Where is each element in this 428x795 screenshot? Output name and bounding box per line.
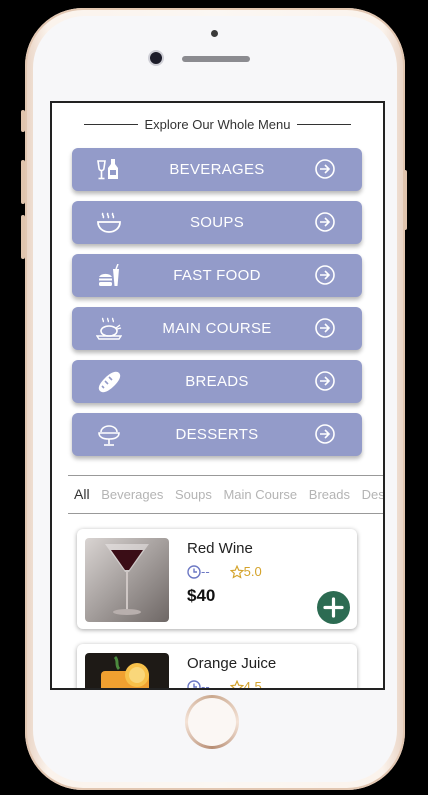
arrow-right-circle-icon	[315, 318, 335, 338]
arrow-right-circle-icon	[315, 265, 335, 285]
app-screen: Explore Our Whole Menu BEVERAGES SOUPS F…	[50, 101, 385, 690]
power-button	[403, 170, 407, 230]
front-camera	[150, 52, 162, 64]
star-icon	[229, 564, 244, 579]
section-header: Explore Our Whole Menu	[52, 115, 383, 133]
orange-juice-image	[85, 653, 169, 688]
header-rule-right	[297, 123, 352, 125]
tab-soups[interactable]: Soups	[175, 487, 212, 502]
menu-item-card[interactable]: Red Wine -- 5.0 $40	[77, 529, 357, 629]
mute-switch	[21, 110, 25, 132]
item-meta: -- 5.0	[187, 564, 262, 579]
item-image-orange-juice	[85, 653, 169, 688]
filter-tabs: All Beverages Soups Main Course Breads D…	[74, 486, 383, 502]
prep-time: --	[187, 564, 210, 579]
item-meta: -- 4.5	[187, 679, 262, 690]
prep-time-value: --	[201, 564, 210, 579]
prep-time-value: --	[201, 679, 210, 690]
rating: 4.5	[229, 679, 262, 690]
add-to-cart-button[interactable]	[317, 591, 350, 624]
tabs-top-divider	[68, 475, 383, 476]
tab-breads[interactable]: Breads	[309, 487, 350, 502]
tabs-bottom-divider	[68, 513, 383, 514]
header-rule-left	[83, 123, 138, 125]
wine-glass-image	[85, 538, 169, 622]
item-price: $40	[187, 586, 216, 605]
arrow-right-circle-icon	[315, 371, 335, 391]
section-title: Explore Our Whole Menu	[144, 116, 291, 132]
arrow-right-circle-icon	[315, 159, 335, 179]
tab-main-course[interactable]: Main Course	[223, 487, 297, 502]
menu-item-card[interactable]: Orange Juice -- 4.5	[77, 644, 357, 690]
clock-icon	[187, 564, 201, 579]
item-name: Orange Juice	[187, 655, 277, 672]
tab-all[interactable]: All	[74, 486, 90, 502]
proximity-sensor	[211, 30, 218, 37]
rating-value: 5.0	[243, 564, 262, 579]
category-breads-button[interactable]: BREADS	[72, 360, 362, 403]
category-main-course-button[interactable]: MAIN COURSE	[72, 307, 362, 350]
tab-beverages[interactable]: Beverages	[101, 487, 163, 502]
volume-up-button	[21, 160, 25, 204]
prep-time: --	[187, 679, 210, 690]
item-image-red-wine	[85, 538, 169, 622]
arrow-right-circle-icon	[315, 424, 335, 444]
rating: 5.0	[229, 564, 262, 579]
arrow-right-circle-icon	[315, 212, 335, 232]
category-beverages-button[interactable]: BEVERAGES	[72, 148, 362, 191]
volume-down-button	[21, 215, 25, 259]
plus-icon	[323, 597, 344, 618]
clock-icon	[187, 679, 201, 688]
tab-desserts[interactable]: Desserts	[362, 487, 383, 502]
home-button[interactable]	[185, 695, 239, 749]
star-icon	[229, 679, 244, 688]
category-desserts-button[interactable]: DESSERTS	[72, 413, 362, 456]
category-fast-food-button[interactable]: FAST FOOD	[72, 254, 362, 297]
category-soups-button[interactable]: SOUPS	[72, 201, 362, 244]
item-name: Red Wine	[187, 540, 253, 557]
earpiece-speaker	[182, 56, 250, 62]
rating-value: 4.5	[243, 679, 262, 690]
